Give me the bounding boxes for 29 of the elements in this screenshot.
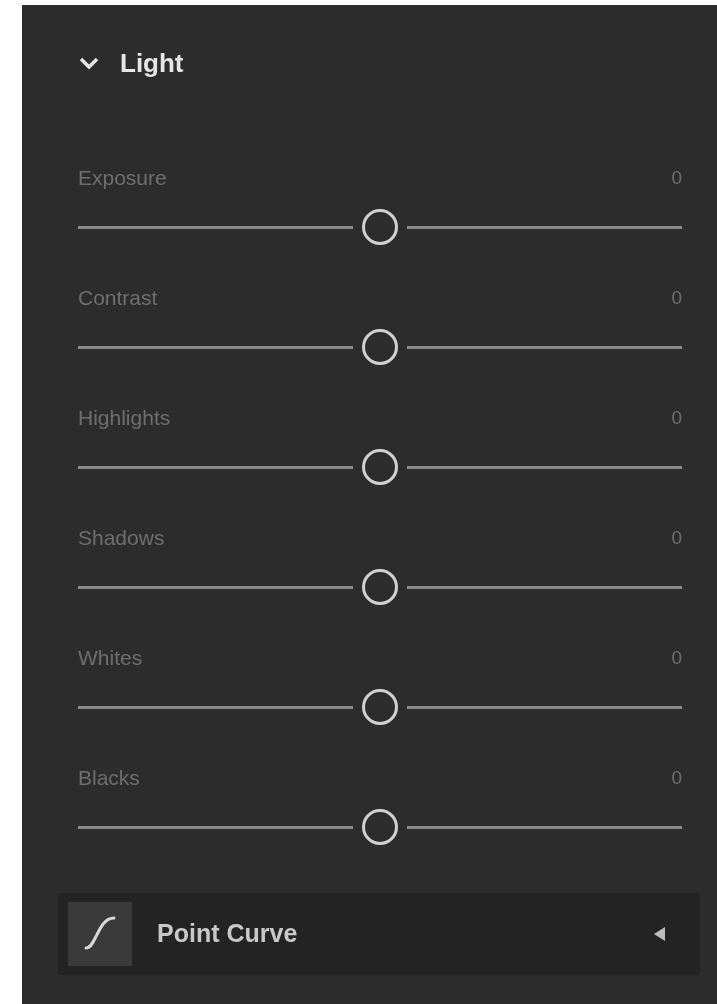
slider-value: 0 [671,405,682,430]
slider-thumb[interactable] [362,209,398,245]
slider-value: 0 [671,165,682,190]
slider-label: Whites [78,645,143,672]
slider-track[interactable] [78,567,682,607]
slider-thumb[interactable] [362,569,398,605]
slider-label: Contrast [78,285,158,312]
caret-left-icon[interactable] [654,927,666,941]
slider-label: Shadows [78,525,165,552]
slider-track[interactable] [78,207,682,247]
slider-thumb[interactable] [362,329,398,365]
slider-value: 0 [671,525,682,550]
slider-track[interactable] [78,327,682,367]
slider-track[interactable] [78,447,682,487]
curve-icon [68,902,132,966]
slider-value: 0 [671,765,682,790]
slider-thumb[interactable] [362,809,398,845]
section-title[interactable]: Light [120,50,184,76]
slider-track[interactable] [78,687,682,727]
slider-label: Blacks [78,765,140,792]
slider-value: 0 [671,645,682,670]
slider-track[interactable] [78,807,682,847]
section-title[interactable]: Point Curve [157,915,298,953]
slider-value: 0 [671,285,682,310]
slider-thumb[interactable] [362,689,398,725]
slider-label: Exposure [78,165,167,192]
slider-label: Highlights [78,405,171,432]
slider-thumb[interactable] [362,449,398,485]
section-header-bar[interactable]: Point Curve [58,893,700,975]
